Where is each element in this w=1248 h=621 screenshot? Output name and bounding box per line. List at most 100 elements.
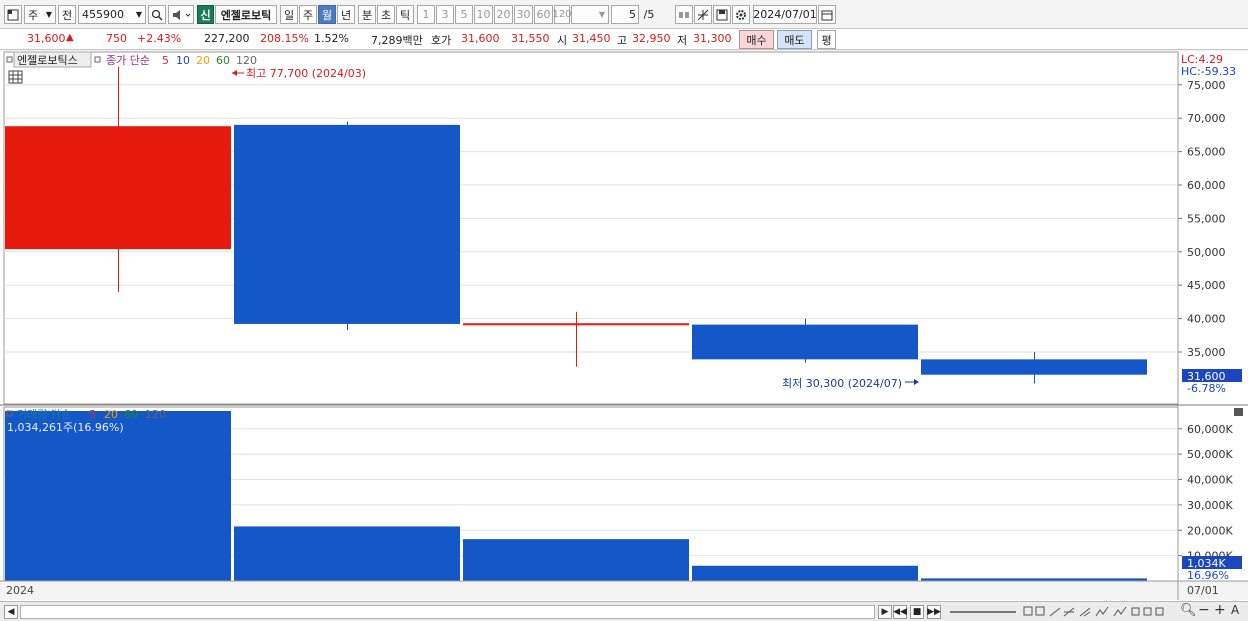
price-y-tick-label: 45,000 xyxy=(1187,279,1226,292)
stop-icon[interactable]: ■ xyxy=(910,605,924,619)
interval-button[interactable]: 10 xyxy=(474,5,493,24)
interval-select[interactable]: ▼ xyxy=(571,5,609,24)
link-icon[interactable] xyxy=(675,5,693,24)
count-input[interactable]: 5 xyxy=(611,5,639,24)
price-y-tick-label: 55,000 xyxy=(1187,212,1226,225)
candle-body xyxy=(692,324,918,360)
candle-body xyxy=(463,323,689,326)
tool-icon xyxy=(1049,607,1061,617)
font-size-icon[interactable]: A xyxy=(1231,603,1239,617)
period-year-button[interactable]: 년 xyxy=(337,5,355,24)
vol-ma-period-120: 120 xyxy=(145,408,166,421)
avg-button[interactable]: 평 xyxy=(817,30,836,49)
close-panel-icon[interactable] xyxy=(1234,408,1243,416)
stock-name: 엔젤로보틱 xyxy=(215,5,277,24)
price-change: 750 xyxy=(106,32,127,45)
search-icon[interactable] xyxy=(148,5,166,24)
period-tick-button[interactable]: 틱 xyxy=(396,5,414,24)
period-month-button[interactable]: 월 xyxy=(318,5,336,24)
candle-body xyxy=(234,124,460,324)
drawing-tools[interactable] xyxy=(1020,604,1180,620)
gear-icon[interactable] xyxy=(732,5,750,24)
vol-ma-period-20: 20 xyxy=(104,408,118,421)
high-label: 고 xyxy=(617,34,628,47)
price-y-tick-label: 75,000 xyxy=(1187,79,1226,92)
tool-icon xyxy=(1079,607,1091,617)
high-annotation: 최고 77,700 (2024/03) xyxy=(232,67,366,80)
interval-button[interactable]: 20 xyxy=(494,5,513,24)
rewind-icon[interactable]: ◀◀ xyxy=(893,605,907,619)
hoga-label: 호가 xyxy=(431,34,452,47)
period-week-button[interactable]: 주 xyxy=(299,5,317,24)
price-y-tick-label: 65,000 xyxy=(1187,146,1226,159)
candle-body xyxy=(5,126,231,250)
chart-area[interactable]: 35,000 40,000 45,000 50,000 55,000 60,000 65,0… xyxy=(0,51,1248,606)
calendar-icon[interactable] xyxy=(818,5,836,24)
volume: 227,200 xyxy=(204,32,250,45)
up-arrow-icon: ▲ xyxy=(66,32,74,43)
zoom-in-icon[interactable]: + xyxy=(1214,602,1226,618)
scroll-left-icon[interactable]: ◀ xyxy=(4,605,18,619)
volume-bar xyxy=(5,411,231,581)
interval-button[interactable]: 1 xyxy=(417,5,435,24)
chevron-down-icon: ▼ xyxy=(135,10,142,19)
ma-period-20: 20 xyxy=(196,54,210,67)
period-type-select[interactable]: 주 ▼ xyxy=(24,5,56,24)
interval-button[interactable]: 5 xyxy=(455,5,473,24)
volume-y-tick-label: 60,000K xyxy=(1187,423,1233,436)
fast-forward-icon[interactable]: ▶▶ xyxy=(927,605,941,619)
zoom-out-icon[interactable]: − xyxy=(1198,602,1210,618)
interval-button[interactable]: 60 xyxy=(534,5,553,24)
high-price: 32,950 xyxy=(632,32,671,45)
buy-button[interactable]: 매수 xyxy=(739,30,774,49)
volume-y-tick-label: 30,000K xyxy=(1187,499,1233,512)
sell-button[interactable]: 매도 xyxy=(777,30,812,49)
ma-period-120: 120 xyxy=(236,54,257,67)
scroll-right-icon[interactable]: ▶ xyxy=(878,605,892,619)
x-axis-strip xyxy=(0,581,1248,600)
tool-icon xyxy=(1131,607,1140,616)
volume-y-axis: 10,000K20,000K30,000K40,000K50,000K60,00… xyxy=(1178,423,1233,563)
chevron-down-icon: ▼ xyxy=(598,10,605,19)
tool-icon xyxy=(1035,606,1045,616)
table-icon[interactable] xyxy=(8,70,23,84)
ma-period-10: 10 xyxy=(176,54,190,67)
horizontal-scrollbar[interactable] xyxy=(20,605,875,619)
low-annotation-text: 최저 30,300 (2024/07) xyxy=(782,377,902,390)
interval-button[interactable]: 30 xyxy=(514,5,533,24)
zoom-search-icon[interactable]: 🔍︎ xyxy=(1180,603,1197,618)
volume-y-tick-label: 50,000K xyxy=(1187,448,1233,461)
x-axis-left-label: 2024 xyxy=(6,584,34,597)
stock-name-label: 엔젤로보틱스 xyxy=(17,54,78,67)
volume-y-tick-label: 20,000K xyxy=(1187,524,1233,537)
date-input[interactable]: 2024/07/01 xyxy=(753,5,817,24)
period-type-value: 주 xyxy=(28,8,39,22)
interval-button[interactable]: 3 xyxy=(436,5,454,24)
prev-button[interactable]: 전 xyxy=(58,5,76,24)
price-change-pct: +2.43% xyxy=(137,32,182,45)
interval-button[interactable]: 120 xyxy=(552,5,572,24)
price-y-tick-label: 60,000 xyxy=(1187,179,1226,192)
ask-price: 31,600 xyxy=(461,32,500,45)
price-y-tick-label: 35,000 xyxy=(1187,346,1226,359)
volume-bar xyxy=(234,526,460,581)
open-price: 31,450 xyxy=(572,32,611,45)
tool-icon xyxy=(1063,607,1075,617)
last-volume-pct: 16.96% xyxy=(1187,569,1229,582)
tool-icon xyxy=(1113,606,1127,617)
tool-icon xyxy=(1143,607,1152,616)
zoom-slider[interactable] xyxy=(950,611,1016,613)
quote-bar: 31,600 ▲ 750 +2.43% 227,200 208.15% 1.52… xyxy=(0,29,1248,50)
stock-code-input[interactable]: 455900 ▼ xyxy=(78,5,146,24)
crosshair-icon[interactable] xyxy=(694,5,712,24)
sound-icon[interactable] xyxy=(168,5,194,24)
save-icon[interactable] xyxy=(713,5,731,24)
tool-icon xyxy=(1095,606,1109,617)
stock-code-value: 455900 xyxy=(82,8,124,21)
window-menu-icon[interactable] xyxy=(4,5,22,24)
period-second-button[interactable]: 초 xyxy=(377,5,395,24)
bottom-bar: ◀ ▶ ◀◀ ■ ▶▶ 🔍︎ − + A xyxy=(0,601,1248,621)
period-day-button[interactable]: 일 xyxy=(280,5,298,24)
period-minute-button[interactable]: 분 xyxy=(358,5,376,24)
volume-bar xyxy=(463,539,689,581)
